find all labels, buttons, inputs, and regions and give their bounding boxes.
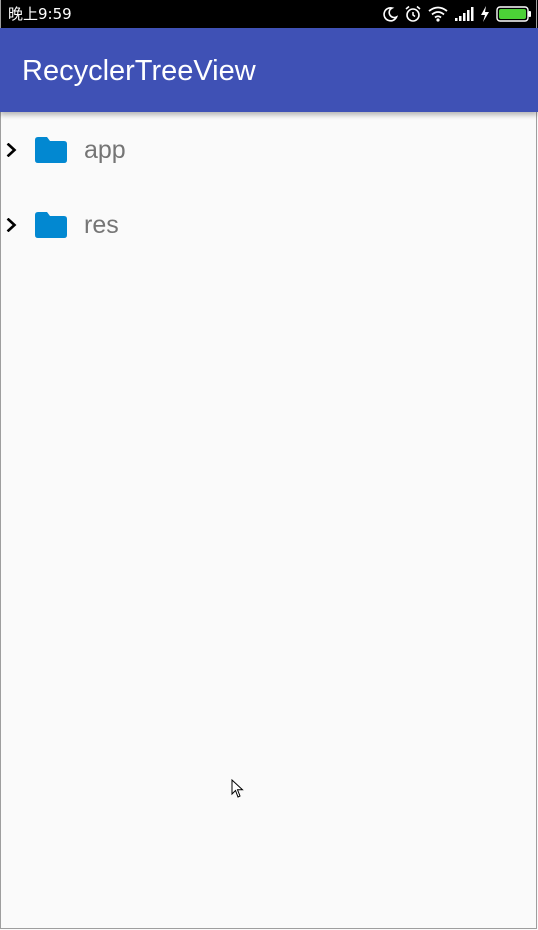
- app-bar: RecyclerTreeView: [0, 28, 538, 112]
- mouse-cursor-icon: [231, 778, 245, 803]
- chevron-right-icon[interactable]: [6, 217, 18, 236]
- signal-icon: [454, 6, 474, 22]
- status-bar: 晚上9:59: [0, 0, 538, 28]
- status-time: 晚上9:59: [8, 5, 72, 23]
- folder-icon: [35, 137, 67, 167]
- battery-icon: [496, 6, 532, 22]
- wifi-icon: [428, 6, 448, 22]
- chevron-right-icon[interactable]: [6, 142, 18, 161]
- app-title: RecyclerTreeView: [22, 55, 256, 87]
- tree-item-label: app: [84, 136, 126, 164]
- tree-item-app[interactable]: app: [0, 112, 538, 187]
- tree-item-label: res: [84, 211, 119, 239]
- moon-icon: [382, 6, 398, 22]
- charging-icon: [480, 6, 490, 22]
- status-icons: [382, 4, 532, 24]
- alarm-icon: [404, 5, 422, 23]
- tree-view: app res: [0, 112, 538, 262]
- folder-icon: [35, 212, 67, 242]
- tree-item-res[interactable]: res: [0, 187, 538, 262]
